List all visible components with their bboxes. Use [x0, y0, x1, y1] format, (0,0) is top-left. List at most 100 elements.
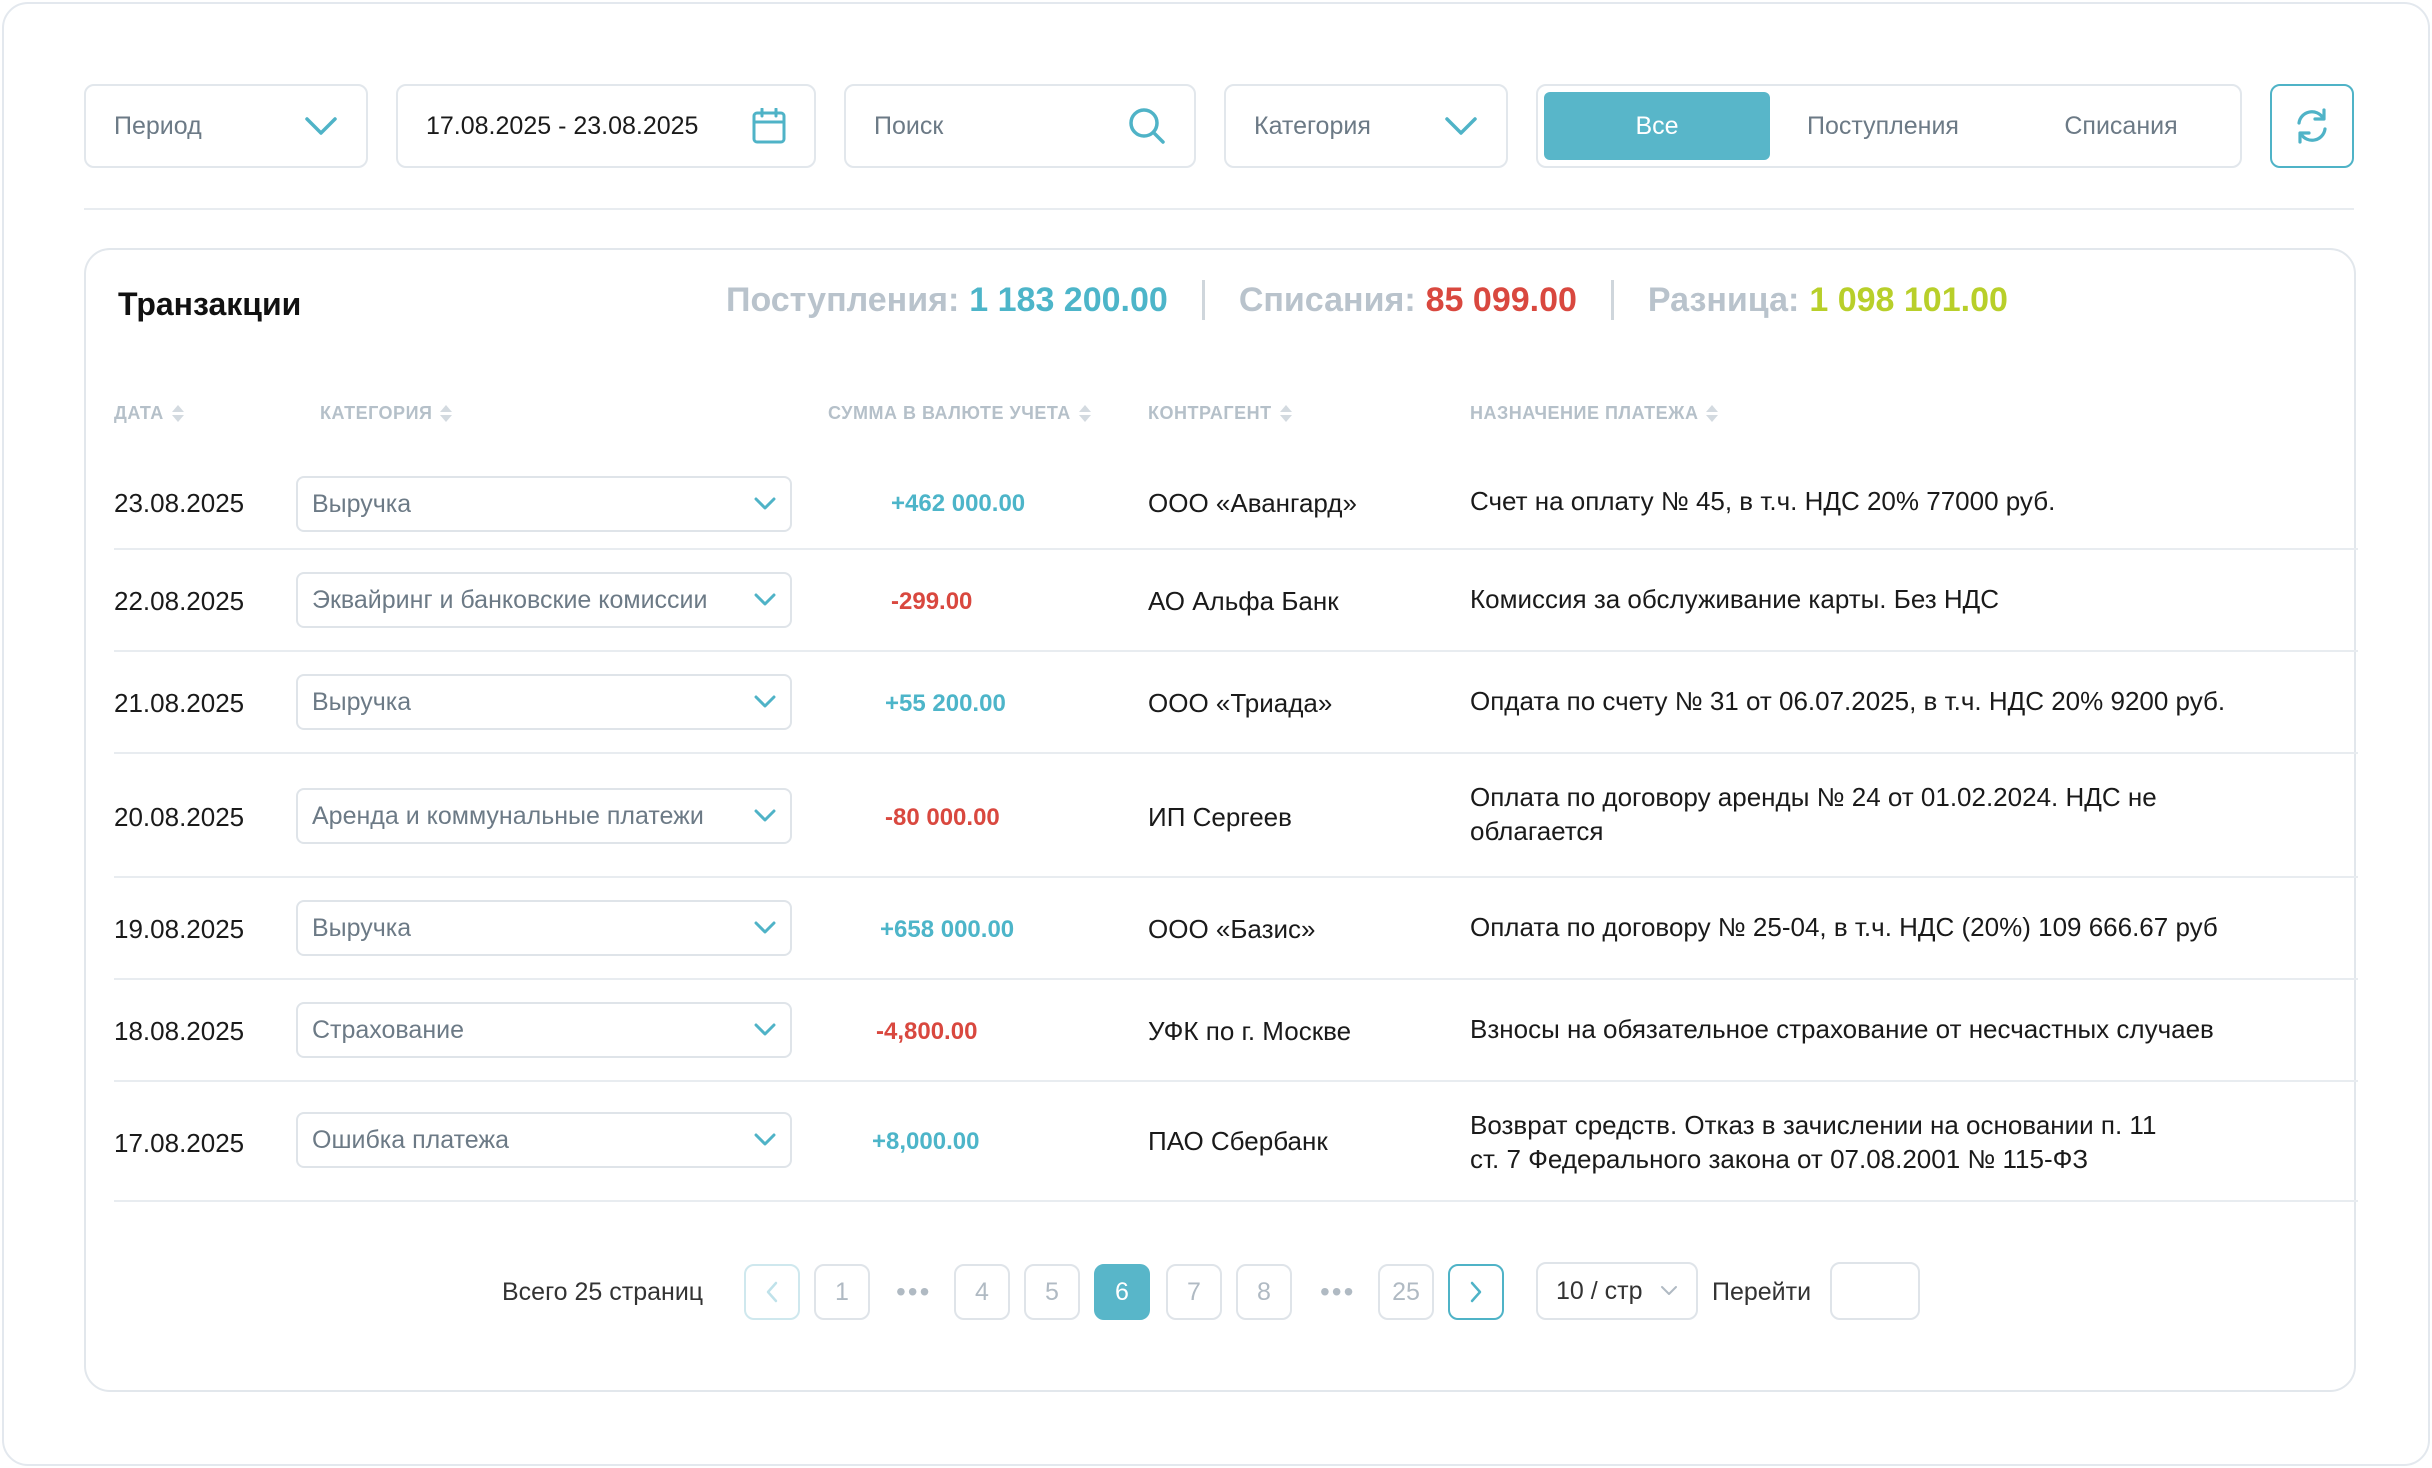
date-cell: 23.08.2025: [114, 488, 245, 518]
table-row[interactable]: 20.08.2025 Аренда и коммунальные платежи…: [114, 754, 2358, 878]
segment-expenses[interactable]: Списания: [2008, 92, 2234, 160]
counterparty-cell: УФК по г. Москве: [1148, 1016, 1352, 1046]
search-icon[interactable]: [1128, 107, 1166, 145]
category-select[interactable]: Аренда и коммунальные платежи: [296, 788, 792, 844]
segment-income[interactable]: Поступления: [1770, 92, 1996, 160]
purpose-cell: Опдата по счету № 31 от 06.07.2025, в т.…: [1470, 686, 2226, 716]
amount-cell: +8,000.00: [872, 1128, 980, 1155]
date-cell: 19.08.2025: [114, 914, 245, 944]
page-button[interactable]: 25: [1378, 1264, 1434, 1320]
column-header-category[interactable]: КАТЕГОРИЯ: [320, 403, 453, 424]
next-page-button[interactable]: [1448, 1264, 1504, 1320]
page-button[interactable]: 7: [1166, 1264, 1222, 1320]
transactions-card: Транзакции Поступления: 1 183 200.00 Спи…: [84, 248, 2358, 1392]
chevron-down-icon: [754, 593, 776, 606]
column-header-counterparty[interactable]: КОНТРАГЕНТ: [1148, 403, 1292, 424]
category-select-value: Выручка: [312, 489, 412, 518]
sort-icon: [1706, 405, 1719, 422]
purpose-cell: Возврат средств. Отказ в зачислении на о…: [1470, 1110, 2157, 1174]
category-select[interactable]: Выручка: [296, 674, 792, 730]
category-select-value: Страхование: [312, 1015, 465, 1044]
refresh-button[interactable]: [2270, 84, 2354, 168]
chevron-down-icon: [754, 1133, 776, 1146]
page-size-value: 10 / стр: [1556, 1276, 1643, 1305]
category-select-value: Выручка: [312, 687, 412, 716]
purpose-cell: Счет на оплату № 45, в т.ч. НДС 20% 7700…: [1470, 486, 2056, 516]
amount-cell: +462 000.00: [891, 490, 1026, 517]
sort-icon: [171, 405, 184, 422]
page-button[interactable]: 4: [954, 1264, 1010, 1320]
chevron-down-icon: [754, 809, 776, 822]
sort-icon: [1279, 405, 1292, 422]
column-header-amount[interactable]: СУММА В ВАЛЮТЕ УЧЕТА: [828, 403, 1091, 424]
totals-summary: Поступления: 1 183 200.00 Списания: 85 0…: [726, 280, 2008, 320]
amount-cell: -80 000.00: [885, 804, 1000, 831]
counterparty-cell: ООО «Авангард»: [1148, 488, 1357, 518]
table-row[interactable]: 23.08.2025 Выручка +462 000.00 ООО «Аван…: [114, 458, 2358, 550]
column-header-purpose[interactable]: НАЗНАЧЕНИЕ ПЛАТЕЖА: [1470, 403, 1719, 424]
search-input[interactable]: Поиск: [844, 84, 1196, 168]
totals-separator: [1610, 280, 1614, 320]
calendar-icon: [752, 108, 786, 144]
period-dropdown[interactable]: Период: [84, 84, 368, 168]
purpose-cell: Оплата по договору аренды № 24 от 01.02.…: [1470, 782, 2157, 846]
category-select[interactable]: Страхование: [296, 1002, 792, 1058]
chevron-down-icon: [754, 1023, 776, 1036]
category-filter-dropdown[interactable]: Категория: [1224, 84, 1508, 168]
card-title: Транзакции: [118, 286, 302, 322]
amount-cell: -4,800.00: [876, 1018, 978, 1045]
chevron-down-icon: [754, 695, 776, 708]
counterparty-cell: ПАО Сбербанк: [1148, 1126, 1328, 1156]
column-header-label: СУММА В ВАЛЮТЕ УЧЕТА: [828, 403, 1071, 423]
counterparty-cell: ООО «Триада»: [1148, 688, 1333, 718]
goto-page-input[interactable]: [1830, 1262, 1920, 1320]
sort-icon: [1078, 405, 1091, 422]
date-range-picker[interactable]: 17.08.2025 - 23.08.2025: [396, 84, 816, 168]
page-button[interactable]: 5: [1024, 1264, 1080, 1320]
date-cell: 18.08.2025: [114, 1016, 245, 1046]
chevron-right-icon: [1470, 1281, 1482, 1303]
income-total-value: 1 183 200.00: [969, 280, 1168, 319]
purpose-cell: Взносы на обязательное страхование от не…: [1470, 1014, 2214, 1044]
page-size-select[interactable]: 10 / стр: [1536, 1262, 1698, 1320]
table-row[interactable]: 17.08.2025 Ошибка платежа +8,000.00 ПАО …: [114, 1082, 2358, 1202]
segment-all[interactable]: Все: [1544, 92, 1770, 160]
table-row[interactable]: 22.08.2025 Эквайринг и банковские комисс…: [114, 550, 2358, 652]
table-row[interactable]: 18.08.2025 Страхование -4,800.00 УФК по …: [114, 980, 2358, 1082]
expense-total-value: 85 099.00: [1425, 280, 1577, 319]
income-total-label: Поступления:: [726, 280, 960, 319]
chevron-down-icon: [754, 497, 776, 510]
page-button-current[interactable]: 6: [1094, 1264, 1150, 1320]
category-select-value: Ошибка платежа: [312, 1125, 510, 1154]
category-select[interactable]: Выручка: [296, 476, 792, 532]
amount-cell: -299.00: [891, 588, 973, 615]
page-button[interactable]: 8: [1236, 1264, 1292, 1320]
app-window: Период 17.08.2025 - 23.08.2025 Поиск Кат…: [2, 2, 2430, 1466]
chevron-down-icon: [754, 921, 776, 934]
category-select-value: Аренда и коммунальные платежи: [312, 801, 704, 830]
pagination-ellipsis[interactable]: •••: [896, 1264, 931, 1320]
table-row[interactable]: 21.08.2025 Выручка +55 200.00 ООО «Триад…: [114, 652, 2358, 754]
category-select-value: Эквайринг и банковские комиссии: [312, 585, 708, 614]
column-header-label: КАТЕГОРИЯ: [320, 403, 433, 423]
date-cell: 21.08.2025: [114, 688, 245, 718]
column-header-label: ДАТА: [114, 403, 164, 423]
category-select[interactable]: Выручка: [296, 900, 792, 956]
category-filter-label: Категория: [1254, 111, 1371, 140]
category-select[interactable]: Эквайринг и банковские комиссии: [296, 572, 792, 628]
pagination-ellipsis[interactable]: •••: [1320, 1264, 1355, 1320]
sort-icon: [440, 405, 453, 422]
page-button[interactable]: 1: [814, 1264, 870, 1320]
date-cell: 20.08.2025: [114, 802, 245, 832]
prev-page-button[interactable]: [744, 1264, 800, 1320]
period-label: Период: [114, 111, 202, 140]
goto-label: Перейти: [1712, 1277, 1812, 1306]
search-placeholder: Поиск: [874, 111, 944, 140]
amount-cell: +55 200.00: [885, 690, 1006, 717]
category-select[interactable]: Ошибка платежа: [296, 1112, 792, 1168]
column-header-date[interactable]: ДАТА: [114, 403, 184, 424]
table-row[interactable]: 19.08.2025 Выручка +658 000.00 ООО «Бази…: [114, 878, 2358, 980]
chevron-down-icon: [1661, 1286, 1677, 1295]
totals-separator: [1201, 280, 1205, 320]
date-cell: 22.08.2025: [114, 586, 245, 616]
